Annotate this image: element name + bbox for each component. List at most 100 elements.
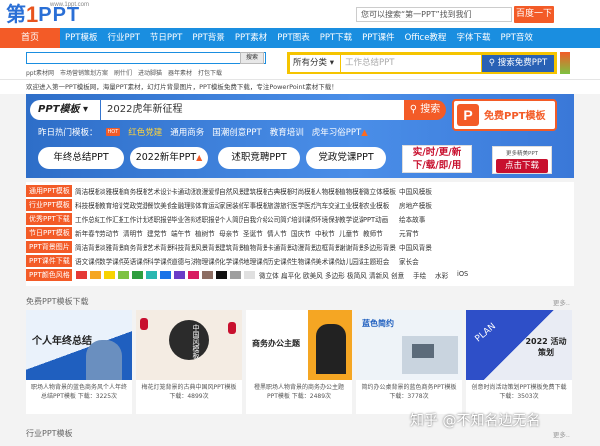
hot-keyword[interactable]: 虎年习俗PPT▲ xyxy=(312,126,368,138)
category-link[interactable]: 母亲节 xyxy=(219,228,243,238)
category-link[interactable]: 浪漫爱情 xyxy=(195,186,219,196)
category-row-head[interactable]: PPT课件下载 xyxy=(26,254,72,267)
category-link[interactable]: 商务模板 xyxy=(123,186,147,196)
category-link[interactable]: 卡通动漫 xyxy=(171,186,195,196)
search-free-ppt-button[interactable]: ⚲ 搜索免费PPT xyxy=(482,55,554,72)
category-link[interactable]: 端午节 xyxy=(171,228,195,238)
category-row-head[interactable]: 行业PPT模板 xyxy=(26,198,72,211)
category-link[interactable]: 述职报告 xyxy=(195,214,219,224)
style-link[interactable]: 多边形 xyxy=(325,270,347,280)
category-link[interactable]: 建筑模板 xyxy=(243,186,267,196)
category-link[interactable]: 英语课件 xyxy=(123,256,147,266)
pill-party[interactable]: 党政党课PPT xyxy=(306,147,386,169)
style-link[interactable]: iOS xyxy=(457,270,479,280)
category-link[interactable]: 儿童节 xyxy=(339,228,363,238)
pill-report[interactable]: 述职竞聘PPT xyxy=(218,147,300,169)
category-row-head[interactable]: PPT颜色风格 xyxy=(26,268,72,281)
baidu-search-button[interactable]: 百度一下 xyxy=(514,6,554,23)
category-link[interactable]: 中秋节 xyxy=(315,228,339,238)
category-link[interactable]: 植物模板 xyxy=(339,186,363,196)
style-link[interactable]: 清新风 xyxy=(369,270,391,280)
category-link[interactable]: 卡通背景 xyxy=(267,242,291,252)
download-promo[interactable]: 更多精美PPT 点击下载 xyxy=(492,146,552,174)
nav-item[interactable]: PPT模板 xyxy=(60,28,102,48)
category-link[interactable]: 体育运动 xyxy=(195,200,219,210)
industry-section-more-link[interactable]: 更多.. xyxy=(553,429,570,439)
category-link[interactable]: 生物课件 xyxy=(291,256,315,266)
quick-link[interactable]: 刷什们 xyxy=(114,68,132,77)
color-swatch[interactable] xyxy=(174,270,185,279)
color-swatch[interactable] xyxy=(146,270,157,279)
category-link[interactable]: 教师节 xyxy=(363,228,399,238)
category-link[interactable]: 时尚模板 xyxy=(291,186,315,196)
style-link[interactable]: 微立体 xyxy=(259,270,281,280)
category-link[interactable]: 科学课件 xyxy=(147,256,171,266)
category-link[interactable]: 金融理财 xyxy=(171,200,195,210)
template-card[interactable]: 2022 活动策划 PLAN 创意时尚活动策划PPT模板免费下载 下载：3503… xyxy=(466,310,572,414)
nav-home[interactable]: 首页 xyxy=(0,28,60,48)
nav-item[interactable]: PPT素材 xyxy=(230,28,272,48)
color-swatch[interactable] xyxy=(216,270,227,279)
free-section-more-link[interactable]: 更多.. xyxy=(553,297,570,307)
category-link[interactable]: 微立体模板 xyxy=(363,186,399,196)
category-link[interactable]: 艺术背景 xyxy=(147,242,171,252)
site-logo[interactable]: 第 1 PPT www.1ppt.com xyxy=(6,2,89,26)
category-link[interactable]: 地理课件 xyxy=(243,256,267,266)
category-link[interactable]: 环境保护 xyxy=(315,214,339,224)
category-link[interactable]: 淡雅模板 xyxy=(99,186,123,196)
category-link[interactable]: 情人节 xyxy=(267,228,291,238)
quick-link[interactable]: 器年素材 xyxy=(168,68,192,77)
category-link[interactable]: 绘本故事 xyxy=(399,214,435,224)
category-row-head[interactable]: 通用PPT模板 xyxy=(26,184,72,197)
category-link[interactable]: 旅游旅行 xyxy=(267,200,291,210)
category-link[interactable]: 清明节 xyxy=(123,228,147,238)
category-select[interactable]: 所有分类 ▾ xyxy=(290,55,340,72)
nav-item[interactable]: PPT音效 xyxy=(495,28,537,48)
category-link[interactable]: 建党节 xyxy=(147,228,171,238)
category-link[interactable]: 个人简历 xyxy=(219,214,243,224)
color-swatch[interactable] xyxy=(230,270,241,279)
category-link[interactable]: 边框背景 xyxy=(315,242,339,252)
category-link[interactable]: 物理课件 xyxy=(195,256,219,266)
banner-search-input[interactable]: 2022虎年新征程 xyxy=(101,100,404,120)
nav-item[interactable]: PPT图表 xyxy=(272,28,314,48)
category-link[interactable]: 建筑背景 xyxy=(219,242,243,252)
category-link[interactable]: 餐饮美食 xyxy=(147,200,171,210)
quick-link[interactable]: 打包下载 xyxy=(198,68,222,77)
category-link[interactable]: 自我介绍 xyxy=(243,214,267,224)
style-link[interactable]: 极简风 xyxy=(347,270,369,280)
category-link[interactable]: PPT动画 xyxy=(363,214,399,224)
category-row-head[interactable]: PPT背景图片 xyxy=(26,240,72,253)
pill-year-summary[interactable]: 年终总结PPT xyxy=(38,147,124,169)
style-link[interactable]: 水彩 xyxy=(435,270,457,280)
banner-search-button[interactable]: ⚲ 搜索 xyxy=(404,100,446,120)
category-row-head[interactable]: 节日PPT模板 xyxy=(26,226,72,239)
category-link[interactable]: 党政党建 xyxy=(123,200,147,210)
nav-item[interactable]: PPT背景 xyxy=(187,28,229,48)
category-link[interactable]: 商务背景 xyxy=(123,242,147,252)
style-link[interactable]: 欧美风 xyxy=(303,270,325,280)
category-link[interactable]: 多边形背景 xyxy=(363,242,399,252)
template-card[interactable]: 个人年终总结 职场人物背景的蓝色商务风个人年终总结PPT模板 下载：3225次 xyxy=(26,310,132,414)
category-link[interactable]: 美术课件 xyxy=(315,256,339,266)
free-ppt-promo[interactable]: P 免费PPT模板 xyxy=(452,99,557,131)
category-link[interactable]: 人物模板 xyxy=(315,186,339,196)
nav-item[interactable]: Office教程 xyxy=(400,28,452,48)
category-link[interactable]: 植物背景 xyxy=(243,242,267,252)
category-link[interactable]: 毕业答辩 xyxy=(171,214,195,224)
main-search-input[interactable]: 工作总结PPT xyxy=(341,55,481,72)
category-link[interactable]: 中国风背景 xyxy=(399,242,435,252)
style-link[interactable]: 手绘 xyxy=(413,270,435,280)
category-link[interactable]: 淡雅背景 xyxy=(99,242,123,252)
hot-keyword[interactable]: 通用商务 xyxy=(170,126,204,138)
quick-link[interactable]: 进动脚猫 xyxy=(138,68,162,77)
category-link[interactable]: 化学课件 xyxy=(219,256,243,266)
nav-item[interactable]: 节日PPT xyxy=(145,28,187,48)
category-link[interactable]: 述职报告 xyxy=(147,214,171,224)
nav-item[interactable]: 行业PPT xyxy=(102,28,144,48)
template-card[interactable]: 蓝色简约 简约办公桌背景的蓝色商务PPT模板 下载：3778次 xyxy=(356,310,462,414)
banner-category-select[interactable]: PPT模板 ▾ xyxy=(30,100,100,120)
category-link[interactable]: 培训课件 xyxy=(291,214,315,224)
color-swatch[interactable] xyxy=(244,270,255,279)
template-card[interactable]: 中国风模板 梅花灯笼背景的古典中国风PPT模板 下载：4899次 xyxy=(136,310,242,414)
